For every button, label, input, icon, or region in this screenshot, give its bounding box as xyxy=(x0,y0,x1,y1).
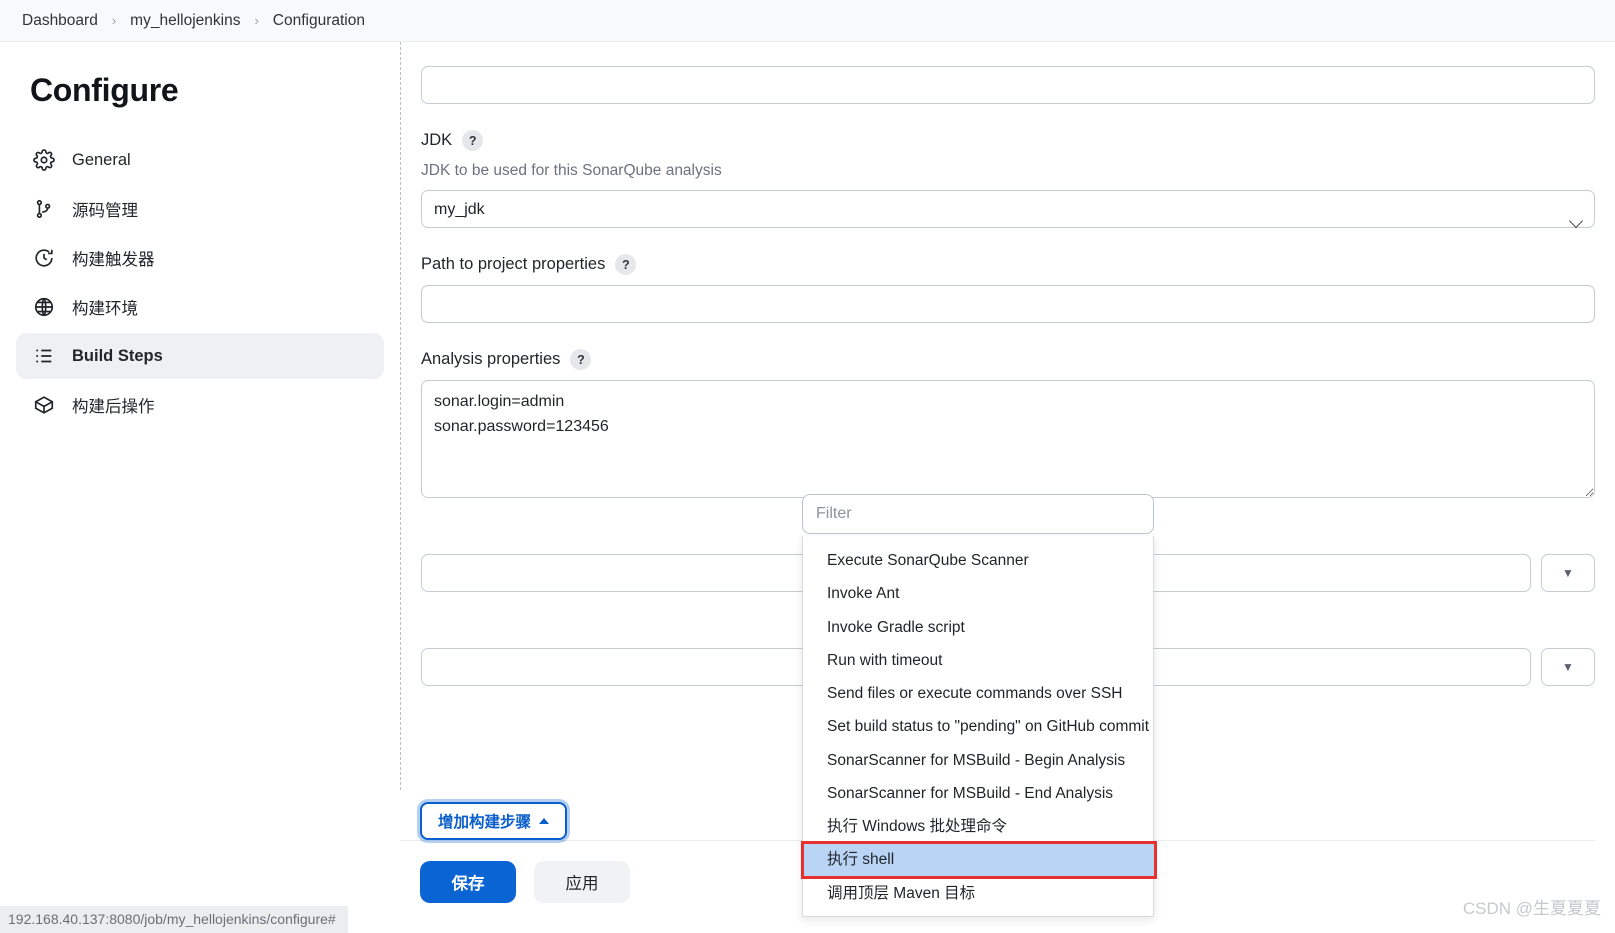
git-branch-icon xyxy=(32,197,56,221)
sidebar-item-label: 构建触发器 xyxy=(72,251,155,269)
analysis-properties-label: Analysis properties ? xyxy=(421,349,1595,370)
build-step-option-list: Execute SonarQube Scanner Invoke Ant Inv… xyxy=(801,536,1157,917)
chevron-down-icon[interactable]: ▼ xyxy=(1541,554,1595,592)
sidebar-item-label: 构建后操作 xyxy=(72,398,155,416)
build-step-option[interactable]: Set build status to "pending" on GitHub … xyxy=(803,710,1153,743)
build-step-option[interactable]: 执行 Windows 批处理命令 xyxy=(803,810,1153,843)
jdk-field-label: JDK ? xyxy=(421,130,1595,151)
breadcrumb-item-job[interactable]: my_hellojenkins xyxy=(122,8,248,34)
sidebar-item-label: Build Steps xyxy=(72,346,163,365)
build-step-option-execute-shell[interactable]: 执行 shell xyxy=(801,841,1157,879)
analysis-properties-textarea[interactable]: sonar.login=admin sonar.password=123456 xyxy=(421,380,1595,498)
sidebar-item-general[interactable]: General xyxy=(16,137,384,183)
main-content: JDK ? JDK to be used for this SonarQube … xyxy=(400,42,1615,933)
build-step-option[interactable]: Send files or execute commands over SSH xyxy=(803,677,1153,710)
sidebar-item-build-triggers[interactable]: 构建触发器 xyxy=(16,235,384,281)
chevron-down-icon[interactable]: ▼ xyxy=(1541,648,1595,686)
status-bar-url: 192.168.40.137:8080/job/my_hellojenkins/… xyxy=(0,906,348,933)
build-step-option[interactable]: SonarScanner for MSBuild - Begin Analysi… xyxy=(803,744,1153,777)
gear-icon xyxy=(32,148,56,172)
breadcrumb-separator-icon: › xyxy=(111,13,117,28)
path-to-project-properties-input[interactable] xyxy=(421,285,1595,323)
add-build-step-button[interactable]: 增加构建步骤 xyxy=(420,802,568,840)
filter-input[interactable] xyxy=(802,494,1154,534)
help-icon[interactable]: ? xyxy=(615,254,637,275)
help-icon[interactable]: ? xyxy=(462,130,484,151)
package-icon xyxy=(32,393,56,417)
sidebar-item-source-code-management[interactable]: 源码管理 xyxy=(16,186,384,232)
breadcrumb-item-dashboard[interactable]: Dashboard xyxy=(14,8,106,34)
sidebar: Configure General 源码管理 构建触发器 构建环境 Build … xyxy=(0,42,400,431)
jdk-select[interactable]: my_jdk xyxy=(421,190,1595,228)
analysis-properties-label-text: Analysis properties xyxy=(421,350,561,368)
build-step-option[interactable]: Run with timeout xyxy=(803,644,1153,677)
build-step-option[interactable]: Invoke Ant xyxy=(803,577,1153,610)
sidebar-item-build-steps[interactable]: Build Steps xyxy=(16,333,384,379)
sidebar-item-label: 构建环境 xyxy=(72,300,138,318)
breadcrumb-item-configuration[interactable]: Configuration xyxy=(265,8,373,34)
clock-icon xyxy=(32,246,56,270)
breadcrumb: Dashboard › my_hellojenkins › Configurat… xyxy=(0,0,1615,42)
sidebar-item-build-environment[interactable]: 构建环境 xyxy=(16,284,384,330)
breadcrumb-separator-icon: › xyxy=(254,13,259,28)
jdk-label-text: JDK xyxy=(421,131,453,149)
list-icon xyxy=(32,344,56,368)
build-step-option[interactable]: Execute SonarQube Scanner xyxy=(803,544,1153,577)
build-step-dropdown: Execute SonarQube Scanner Invoke Ant Inv… xyxy=(801,494,1157,917)
save-button[interactable]: 保存 xyxy=(420,861,516,903)
build-step-option[interactable]: Invoke Gradle script xyxy=(803,611,1153,644)
top-text-input[interactable] xyxy=(421,66,1595,104)
sidebar-item-post-build-actions[interactable]: 构建后操作 xyxy=(16,382,384,428)
jdk-description: JDK to be used for this SonarQube analys… xyxy=(421,162,722,179)
caret-up-icon xyxy=(539,818,550,824)
sidebar-item-label: General xyxy=(72,150,131,169)
build-step-option[interactable]: 调用顶层 Maven 目标 xyxy=(803,877,1153,910)
globe-icon xyxy=(32,295,56,319)
path-to-project-properties-label: Path to project properties ? xyxy=(421,254,1595,275)
apply-button[interactable]: 应用 xyxy=(534,861,630,903)
sidebar-item-label: 源码管理 xyxy=(72,202,138,220)
add-build-step-label: 增加构建步骤 xyxy=(438,814,532,831)
page-title: Configure xyxy=(30,72,179,108)
help-icon[interactable]: ? xyxy=(570,349,592,370)
path-label-text: Path to project properties xyxy=(421,255,606,273)
build-step-option[interactable]: SonarScanner for MSBuild - End Analysis xyxy=(803,777,1153,810)
watermark: CSDN @生夏夏夏 xyxy=(1462,899,1601,918)
